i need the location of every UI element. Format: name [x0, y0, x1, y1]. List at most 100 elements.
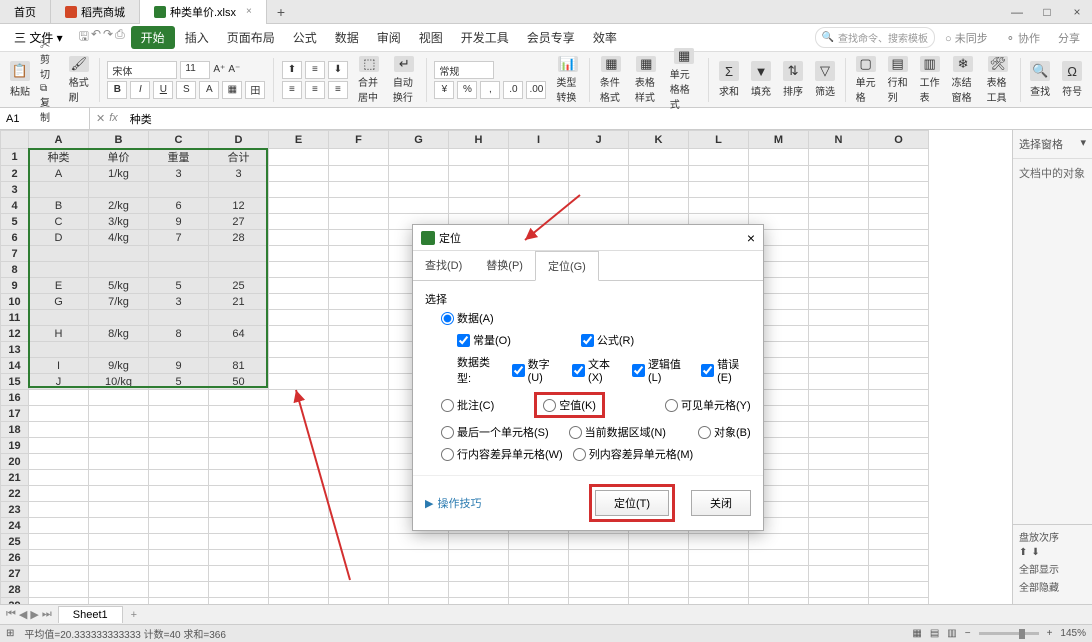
cell[interactable]: [569, 182, 629, 198]
sheet-first-icon[interactable]: ⏮: [6, 608, 16, 621]
cell[interactable]: [209, 438, 269, 454]
cell[interactable]: [149, 310, 209, 326]
row-header[interactable]: 20: [1, 454, 29, 470]
cell[interactable]: [29, 342, 89, 358]
cell[interactable]: [809, 406, 869, 422]
cell[interactable]: [269, 326, 329, 342]
cell[interactable]: [869, 566, 929, 582]
col-header[interactable]: N: [809, 131, 869, 149]
cell[interactable]: [89, 550, 149, 566]
menu-dev[interactable]: 开发工具: [453, 25, 517, 50]
cell[interactable]: [389, 198, 449, 214]
col-header[interactable]: M: [749, 131, 809, 149]
undo-icon[interactable]: ↶: [91, 27, 101, 48]
cell[interactable]: [809, 518, 869, 534]
col-header[interactable]: K: [629, 131, 689, 149]
pane-close-icon[interactable]: ▾: [1080, 136, 1086, 152]
cell[interactable]: [89, 390, 149, 406]
cell[interactable]: [209, 582, 269, 598]
cell[interactable]: [209, 422, 269, 438]
cell[interactable]: [149, 182, 209, 198]
cell[interactable]: [89, 342, 149, 358]
sync-status[interactable]: ○ 未同步: [937, 30, 996, 46]
chk-text[interactable]: 文本(X): [572, 356, 622, 384]
cell[interactable]: [89, 582, 149, 598]
cell[interactable]: [329, 534, 389, 550]
cell[interactable]: [809, 582, 869, 598]
cell[interactable]: 21: [209, 294, 269, 310]
sheet-last-icon[interactable]: ⏭: [42, 608, 52, 621]
share-button[interactable]: 分享: [1050, 30, 1088, 46]
cell[interactable]: 单价: [89, 149, 149, 166]
sheet-prev-icon[interactable]: ◀: [19, 608, 27, 621]
cell[interactable]: [29, 518, 89, 534]
cell[interactable]: 9/kg: [89, 358, 149, 374]
cell[interactable]: [329, 454, 389, 470]
cell[interactable]: [749, 534, 809, 550]
row-header[interactable]: 15: [1, 374, 29, 390]
cell[interactable]: [29, 454, 89, 470]
radio-coldiff[interactable]: 列内容差异单元格(M): [573, 446, 694, 462]
redo-icon[interactable]: ↷: [103, 27, 113, 48]
cell[interactable]: [809, 534, 869, 550]
cell[interactable]: 28: [209, 230, 269, 246]
row-header[interactable]: 10: [1, 294, 29, 310]
col-header[interactable]: A: [29, 131, 89, 149]
cell[interactable]: [269, 278, 329, 294]
tab-home[interactable]: 首页: [0, 0, 51, 24]
chk-formula[interactable]: 公式(R): [581, 332, 634, 348]
row-header[interactable]: 13: [1, 342, 29, 358]
menu-eff[interactable]: 效率: [585, 25, 625, 50]
row-header[interactable]: 14: [1, 358, 29, 374]
cell[interactable]: [149, 534, 209, 550]
search-box[interactable]: 🔍 查找命令、搜索模板: [815, 27, 935, 48]
cell[interactable]: [509, 582, 569, 598]
zoom-slider[interactable]: [979, 632, 1039, 635]
cell[interactable]: [89, 422, 149, 438]
cell[interactable]: [449, 149, 509, 166]
cell[interactable]: [149, 582, 209, 598]
row-header[interactable]: 12: [1, 326, 29, 342]
align-bot-button[interactable]: ⬇: [328, 61, 348, 79]
cell[interactable]: [389, 166, 449, 182]
row-header[interactable]: 18: [1, 422, 29, 438]
cell[interactable]: [329, 422, 389, 438]
find-button[interactable]: 🔍查找: [1026, 56, 1054, 104]
sort-button[interactable]: ⇅排序: [779, 56, 807, 104]
close-tab-icon[interactable]: ×: [246, 6, 252, 17]
row-header[interactable]: 21: [1, 470, 29, 486]
cell[interactable]: [449, 582, 509, 598]
cell[interactable]: [389, 566, 449, 582]
row-header[interactable]: 1: [1, 149, 29, 166]
cell[interactable]: [329, 262, 389, 278]
cell[interactable]: [209, 342, 269, 358]
cancel-fx-icon[interactable]: ✕: [96, 112, 105, 125]
cell[interactable]: 12: [209, 198, 269, 214]
cell[interactable]: [269, 374, 329, 390]
cell[interactable]: [149, 438, 209, 454]
cell[interactable]: 8/kg: [89, 326, 149, 342]
cell[interactable]: [329, 518, 389, 534]
condfmt-button[interactable]: ▦条件格式: [596, 56, 627, 104]
cell[interactable]: [269, 166, 329, 182]
cell[interactable]: 1/kg: [89, 166, 149, 182]
cell[interactable]: [329, 438, 389, 454]
col-header[interactable]: J: [569, 131, 629, 149]
cell[interactable]: [869, 149, 929, 166]
cut-button[interactable]: ✂ 剪切: [40, 36, 59, 81]
radio-visible[interactable]: 可见单元格(Y): [665, 397, 751, 413]
cell[interactable]: [209, 550, 269, 566]
cell[interactable]: [149, 406, 209, 422]
cell[interactable]: [449, 198, 509, 214]
cell[interactable]: [509, 566, 569, 582]
cell[interactable]: [269, 294, 329, 310]
align-left-button[interactable]: ≡: [282, 81, 302, 99]
cell[interactable]: [209, 486, 269, 502]
cell[interactable]: [809, 550, 869, 566]
cell[interactable]: [869, 278, 929, 294]
cell[interactable]: [869, 422, 929, 438]
cell[interactable]: [689, 582, 749, 598]
col-header[interactable]: I: [509, 131, 569, 149]
cell[interactable]: 3: [149, 294, 209, 310]
cell[interactable]: [869, 214, 929, 230]
